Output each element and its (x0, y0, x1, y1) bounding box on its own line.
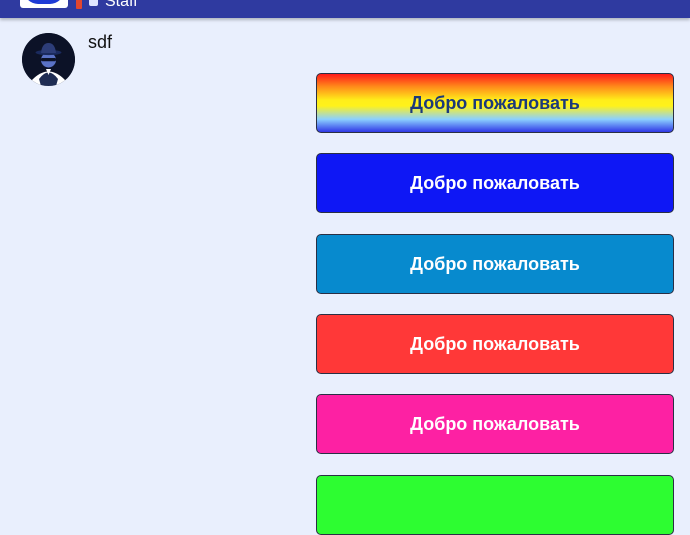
role-label: Staff (105, 0, 138, 10)
top-navigation-bar: Staff (0, 0, 690, 18)
post-username[interactable]: sdf (88, 32, 112, 53)
welcome-button-blue[interactable]: Добро пожаловать (316, 153, 674, 213)
welcome-button-pink[interactable]: Добро пожаловать (316, 394, 674, 454)
welcome-button-rainbow[interactable]: Добро пожаловать (316, 73, 674, 133)
site-logo[interactable] (20, 0, 68, 8)
role-badge-icon (89, 0, 98, 6)
user-avatar-wrapper[interactable] (22, 33, 75, 86)
avatar[interactable] (22, 33, 75, 86)
red-role-flag-icon (76, 0, 82, 9)
logo-emblem (24, 0, 64, 4)
welcome-button-red[interactable]: Добро пожаловать (316, 314, 674, 374)
welcome-button-cyan[interactable]: Добро пожаловать (316, 234, 674, 294)
welcome-button-green[interactable] (316, 475, 674, 535)
